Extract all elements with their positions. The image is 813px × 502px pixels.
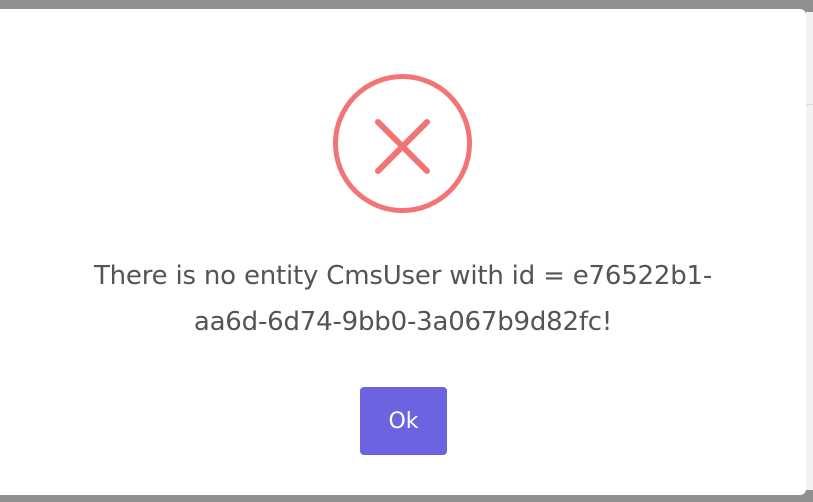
error-x-icon bbox=[332, 73, 473, 214]
background-divider bbox=[806, 104, 813, 105]
error-message: There is no entity CmsUser with id = e76… bbox=[93, 261, 713, 337]
error-dialog: There is no entity CmsUser with id = e76… bbox=[0, 9, 806, 495]
background-page-edge bbox=[806, 12, 813, 490]
ok-button[interactable]: Ok bbox=[360, 387, 447, 455]
